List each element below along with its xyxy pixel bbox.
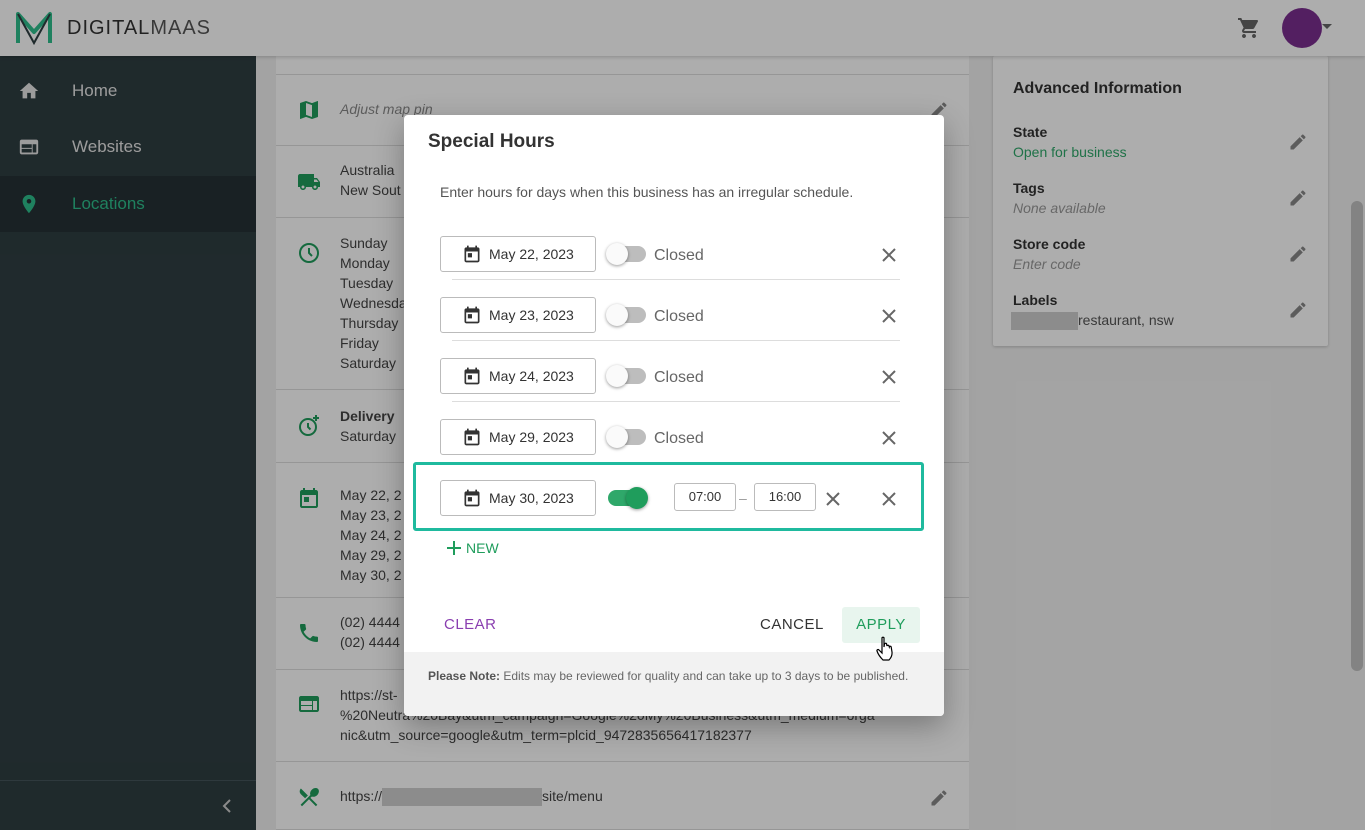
date-picker-button[interactable]: May 23, 2023 <box>440 297 596 333</box>
date-picker-button[interactable]: May 29, 2023 <box>440 419 596 455</box>
calendar-icon <box>464 306 480 324</box>
close-icon[interactable] <box>880 246 898 264</box>
close-icon[interactable] <box>824 490 842 508</box>
calendar-icon <box>464 367 480 385</box>
toggle-knob <box>606 426 628 448</box>
clear-button[interactable]: CLEAR <box>444 616 497 633</box>
close-icon[interactable] <box>880 429 898 447</box>
cancel-button[interactable]: CANCEL <box>760 616 824 633</box>
toggle-knob <box>606 365 628 387</box>
close-icon[interactable] <box>880 368 898 386</box>
special-hours-row: May 29, 2023 Closed <box>440 403 900 463</box>
divider <box>452 279 900 280</box>
divider <box>452 340 900 341</box>
add-new-button[interactable]: NEW <box>446 540 499 556</box>
dialog-note: Please Note: Edits may be reviewed for q… <box>404 652 944 716</box>
toggle-knob <box>626 487 648 509</box>
close-icon[interactable] <box>880 490 898 508</box>
close-icon[interactable] <box>880 307 898 325</box>
open-toggle[interactable] <box>606 243 646 265</box>
open-toggle[interactable] <box>606 426 646 448</box>
closed-label: Closed <box>654 430 704 447</box>
open-time-input[interactable]: 07:00 <box>674 483 736 511</box>
calendar-icon <box>464 428 480 446</box>
toggle-knob <box>606 243 628 265</box>
special-hours-row: May 23, 2023 Closed <box>440 281 900 341</box>
plus-icon <box>447 541 461 555</box>
date-label: May 22, 2023 <box>489 246 574 262</box>
date-label: May 29, 2023 <box>489 429 574 445</box>
date-label: May 23, 2023 <box>489 307 574 323</box>
dialog-subtitle: Enter hours for days when this business … <box>440 184 854 200</box>
dialog-title: Special Hours <box>428 131 555 152</box>
open-toggle[interactable] <box>606 304 646 326</box>
time-separator: – <box>739 490 747 506</box>
date-picker-button[interactable]: May 30, 2023 <box>440 480 596 516</box>
open-toggle[interactable] <box>606 365 646 387</box>
calendar-icon <box>464 489 480 507</box>
open-toggle[interactable] <box>608 487 648 509</box>
hand-cursor-icon <box>876 636 893 661</box>
date-label: May 24, 2023 <box>489 368 574 384</box>
special-hours-row: May 24, 2023 Closed <box>440 342 900 402</box>
add-new-label: NEW <box>466 540 499 556</box>
closed-label: Closed <box>654 308 704 325</box>
closed-label: Closed <box>654 247 704 264</box>
divider <box>452 401 900 402</box>
special-hours-dialog: Special Hours Enter hours for days when … <box>404 115 944 716</box>
close-time-input[interactable]: 16:00 <box>754 483 816 511</box>
closed-label: Closed <box>654 369 704 386</box>
special-hours-row-open: May 30, 2023 07:00 – 16:00 <box>440 464 900 524</box>
date-label: May 30, 2023 <box>489 490 574 506</box>
special-hours-row: May 22, 2023 Closed <box>440 220 900 280</box>
date-picker-button[interactable]: May 22, 2023 <box>440 236 596 272</box>
date-picker-button[interactable]: May 24, 2023 <box>440 358 596 394</box>
calendar-icon <box>464 245 480 263</box>
toggle-knob <box>606 304 628 326</box>
